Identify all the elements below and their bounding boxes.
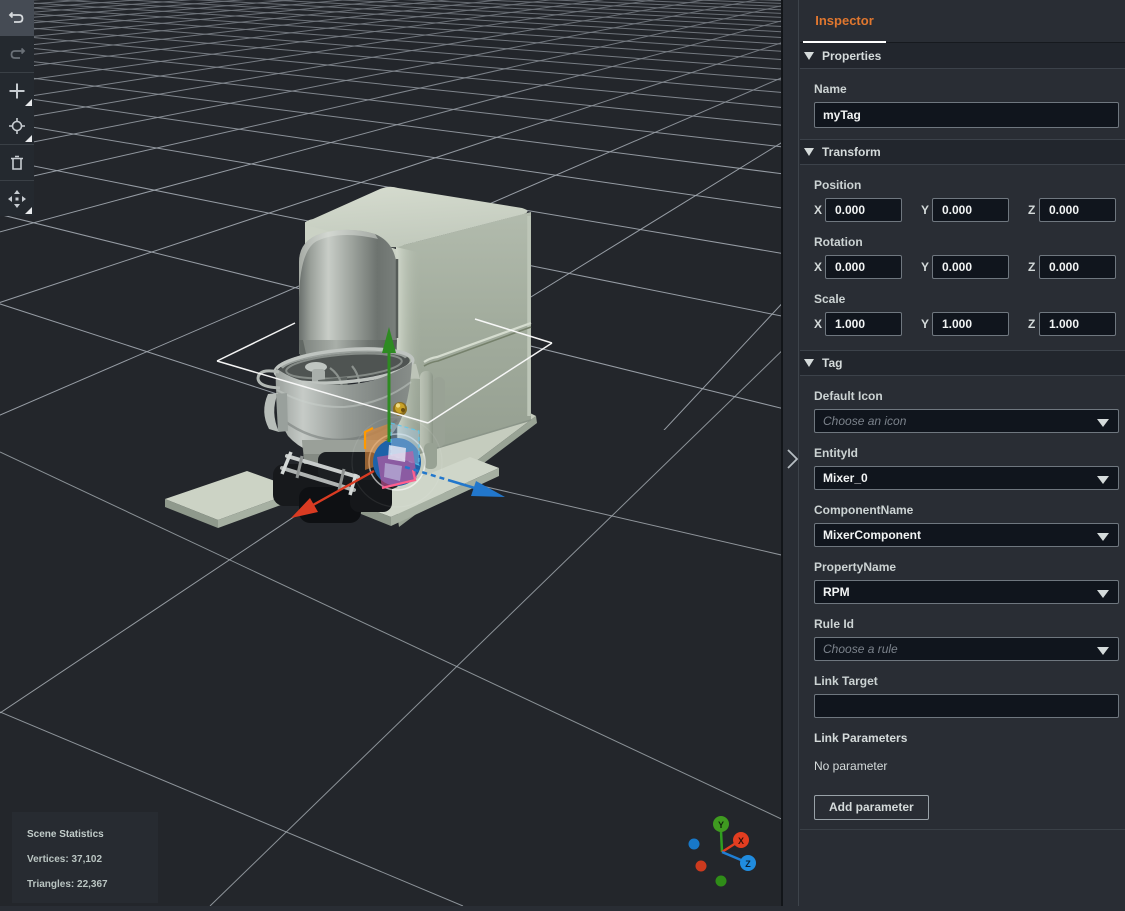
svg-text:X: X [738, 836, 744, 846]
svg-text:Z: Z [745, 859, 751, 869]
svg-text:Y: Y [718, 820, 724, 830]
